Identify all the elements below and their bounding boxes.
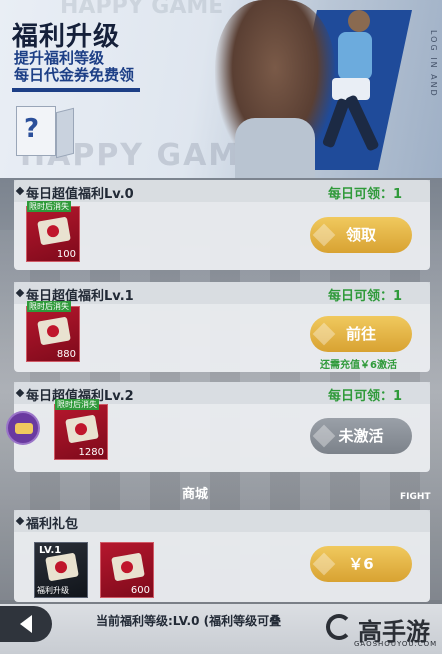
- tier-title: 每日超值福利Lv.0: [26, 187, 134, 202]
- tier-panel-lv1: 每日超值福利Lv.1 每日可领：1 限时后消失 880 前往 还需充值￥6激活: [14, 282, 430, 372]
- coin-icon: [312, 322, 336, 346]
- item-expiry-badge: 限时后消失: [27, 201, 71, 212]
- chat-icon: [15, 423, 33, 434]
- player-figure: [318, 10, 380, 160]
- diamond-bullet-icon: [15, 516, 25, 526]
- item-quantity: 1280: [78, 447, 104, 458]
- player-portrait-shirt: [235, 118, 315, 178]
- diamond-bullet-icon: [15, 186, 25, 196]
- logo-url: GAOSHOUYOU.COM: [354, 640, 438, 648]
- background-fight-label: FIGHT: [400, 492, 431, 502]
- tier-header: 每日超值福利Lv.1 每日可领：1: [14, 282, 430, 304]
- diamond-bullet-icon: [15, 388, 25, 398]
- voucher-item[interactable]: 600: [100, 542, 154, 598]
- go-button-label: 前往: [345, 325, 376, 343]
- diamond-bullet-icon: [15, 288, 25, 298]
- voucher-item[interactable]: 限时后消失 100: [26, 201, 80, 262]
- voucher-item[interactable]: 限时后消失 1280: [54, 399, 108, 460]
- page-title: 福利升级: [12, 22, 121, 52]
- voucher-icon: [45, 552, 79, 582]
- coin-icon: [312, 223, 336, 247]
- voucher-icon: [65, 414, 99, 444]
- item-expiry-badge: 限时后消失: [27, 301, 71, 312]
- item-quantity: 600: [130, 585, 150, 596]
- subtitle-line-1: 提升福利等级: [14, 49, 105, 67]
- item-expiry-badge: 限时后消失: [55, 399, 99, 410]
- inactive-button[interactable]: 未激活: [310, 418, 412, 454]
- daily-claim-count: 每日可领：1: [327, 289, 402, 304]
- buy-button[interactable]: ￥6: [310, 546, 412, 582]
- site-logo: 高手游 GAOSHOUYOU.COM: [326, 610, 442, 648]
- tier-panel-lv2: 每日超值福利Lv.2 每日可领：1 限时后消失 1280 未激活: [14, 382, 430, 472]
- coin-icon: [312, 424, 336, 448]
- subtitle-line-2: 每日代金券免费领: [14, 66, 135, 84]
- tier-header: 每日超值福利Lv.0 每日可领：1: [14, 180, 430, 202]
- voucher-icon: [37, 316, 71, 346]
- claim-button[interactable]: 领取: [310, 217, 412, 253]
- logo-mark-icon: [326, 614, 352, 640]
- page-subtitle: 提升福利等级 每日代金券免费领: [14, 50, 134, 84]
- gift-box-icon: ?: [16, 100, 78, 160]
- coin-icon: [312, 552, 336, 576]
- level-item-label: 福利升级: [37, 586, 69, 595]
- chat-button[interactable]: [6, 411, 40, 445]
- claim-button-label: 领取: [345, 226, 376, 244]
- voucher-item[interactable]: 限时后消失 880: [26, 301, 80, 362]
- voucher-icon: [111, 552, 145, 582]
- level-up-item[interactable]: LV.1 福利升级: [34, 542, 88, 598]
- price-label: ￥6: [348, 555, 374, 573]
- back-arrow-icon: [20, 615, 32, 633]
- pack-header: 福利礼包: [14, 510, 430, 532]
- header-banner: HAPPY GAME HAPPY GAME LOG IN AND 福利升级 提升…: [0, 0, 442, 178]
- daily-claim-count: 每日可领：1: [327, 389, 402, 404]
- welfare-level-status: 当前福利等级:LV.0 (福利等级可叠: [96, 614, 282, 628]
- inactive-button-label: 未激活: [338, 427, 384, 445]
- go-button[interactable]: 前往: [310, 316, 412, 352]
- item-quantity: 880: [56, 349, 76, 360]
- item-quantity: 100: [56, 249, 76, 260]
- subtitle-underline: [12, 88, 140, 92]
- pack-title: 福利礼包: [26, 517, 79, 532]
- daily-claim-count: 每日可领：1: [327, 187, 402, 202]
- back-button[interactable]: [0, 606, 52, 642]
- voucher-icon: [37, 216, 71, 246]
- welfare-pack-panel: 福利礼包 LV.1 福利升级 600 ￥6: [14, 510, 430, 602]
- tier-panel-lv0: 每日超值福利Lv.0 每日可领：1 限时后消失 100 领取: [14, 180, 430, 270]
- background-shop-label: 商城: [182, 487, 209, 502]
- activation-requirement: 还需充值￥6激活: [320, 360, 397, 371]
- banner-side-text: LOG IN AND: [429, 30, 438, 98]
